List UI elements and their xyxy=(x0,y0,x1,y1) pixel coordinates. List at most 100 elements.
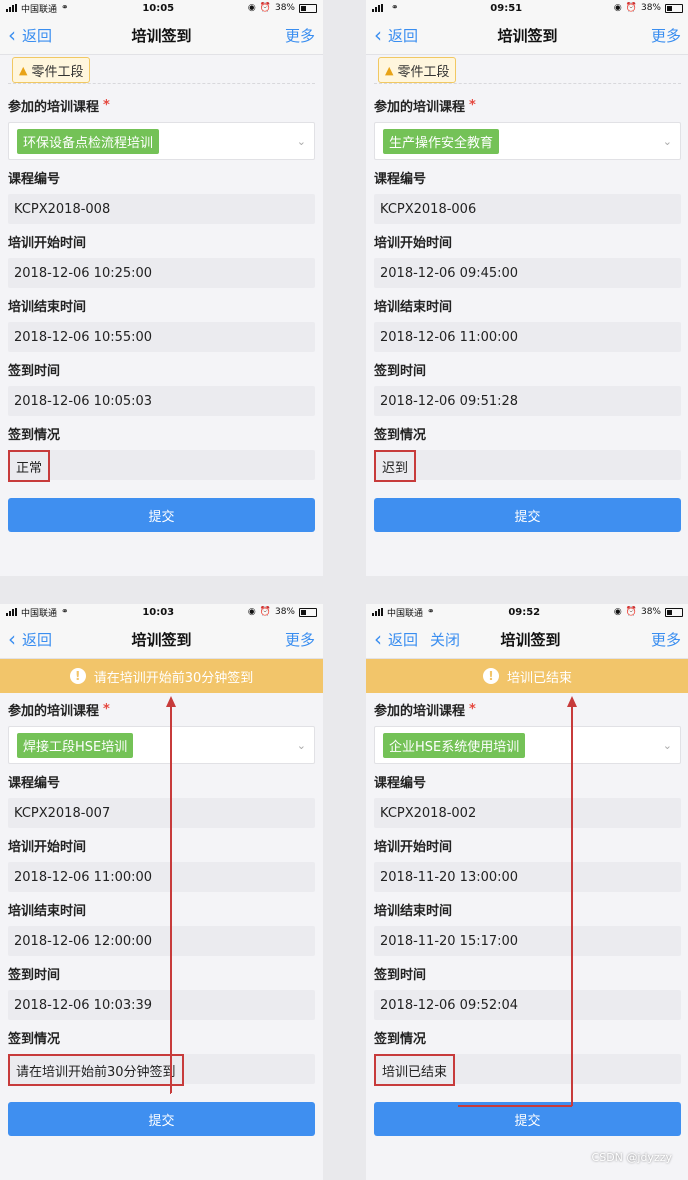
alert-text: 培训已结束 xyxy=(506,670,572,686)
header-area: ▲零件工段 !培训已结束 xyxy=(366,659,688,693)
signin-label: 签到时间 xyxy=(8,967,61,983)
signin-label: 签到时间 xyxy=(8,363,61,379)
submit-button[interactable]: 提交 xyxy=(8,1102,315,1136)
org-tag: ▲零件工段 xyxy=(378,57,457,83)
chevron-down-icon: ⌄ xyxy=(296,134,306,148)
end-label: 培训结束时间 xyxy=(374,299,453,315)
page-title: 培训签到 xyxy=(131,26,192,45)
battery-icon xyxy=(664,3,683,13)
code-field: KCPX2018-007 xyxy=(8,798,315,828)
close-button[interactable]: 关闭 xyxy=(430,629,460,650)
back-button[interactable]: 返回 xyxy=(388,25,418,46)
signal-icon xyxy=(6,608,17,616)
back-button[interactable]: 返回 xyxy=(22,629,52,650)
nav-bar: ‹ 返回 培训签到 更多 xyxy=(0,620,323,659)
org-tag-label: 零件工段 xyxy=(31,64,84,80)
chevron-left-icon[interactable]: ‹ xyxy=(8,629,16,649)
status-bar: 中国联通 ⚭ 10:05 ◉ ⏰ 38% xyxy=(0,0,323,16)
back-button[interactable]: 返回 xyxy=(22,25,52,46)
carrier: 中国联通 xyxy=(21,608,58,619)
signin-label: 签到时间 xyxy=(374,967,427,983)
lock-icon: ◉ xyxy=(613,607,622,617)
required-mark: * xyxy=(103,97,110,113)
status-label: 签到情况 xyxy=(8,1031,61,1047)
signin-status-field: 请在培训开始前30分钟签到 xyxy=(8,1054,315,1086)
course-select[interactable]: 焊接工段HSE培训 ⌄ xyxy=(8,726,315,764)
code-label: 课程编号 xyxy=(8,171,61,187)
chevron-left-icon[interactable]: ‹ xyxy=(374,629,382,649)
code-label: 课程编号 xyxy=(374,171,427,187)
start-time-field: 2018-12-06 11:00:00 xyxy=(8,862,315,892)
alarm-icon: ⏰ xyxy=(259,3,271,13)
course-label: 参加的培训课程 xyxy=(374,703,466,719)
required-mark: * xyxy=(469,97,476,113)
header-area: ▲ 零件工段 xyxy=(0,55,323,88)
alert-text: 请在培训开始前30分钟签到 xyxy=(93,670,254,686)
warning-icon: ! xyxy=(482,668,499,684)
course-select[interactable]: 企业HSE系统使用培训 ⌄ xyxy=(374,726,681,764)
signin-form: 参加的培训课程 * 环保设备点检流程培训 ⌄ 课程编号 KCPX2018-008 … xyxy=(0,88,323,482)
chevron-left-icon[interactable]: ‹ xyxy=(8,25,16,45)
end-label: 培训结束时间 xyxy=(8,903,87,919)
submit-button[interactable]: 提交 xyxy=(374,498,681,532)
battery-level: 38% xyxy=(274,607,295,617)
course-select[interactable]: 生产操作安全教育 ⌄ xyxy=(374,122,681,160)
course-tag: 焊接工段HSE培训 xyxy=(17,732,134,758)
course-label: 参加的培训课程 xyxy=(8,99,100,115)
nav-bar: ‹ 返回 培训签到 更多 xyxy=(366,16,688,55)
signin-status-value: 请在培训开始前30分钟签到 xyxy=(8,1054,184,1086)
signal-icon xyxy=(372,608,383,616)
end-time-field: 2018-12-06 12:00:00 xyxy=(8,926,315,956)
warning-icon: ! xyxy=(69,668,86,684)
signal-icon xyxy=(372,4,383,12)
course-tag: 环保设备点检流程培训 xyxy=(17,128,160,154)
org-chart-icon: ▲ xyxy=(385,63,394,77)
chevron-left-icon[interactable]: ‹ xyxy=(374,25,382,45)
nav-bar: ‹ 返回 培训签到 更多 xyxy=(0,16,323,55)
signin-status-field: 迟到 xyxy=(374,450,681,482)
more-button[interactable]: 更多 xyxy=(601,25,681,46)
signin-time-field: 2018-12-06 09:51:28 xyxy=(374,386,681,416)
lock-icon: ◉ xyxy=(613,3,622,13)
wifi-icon: ⚭ xyxy=(61,3,69,13)
status-bar: ⚭ 09:51 ◉ ⏰ 38% xyxy=(366,0,688,16)
more-button[interactable]: 更多 xyxy=(601,629,681,650)
wifi-icon: ⚭ xyxy=(61,607,69,617)
battery-icon xyxy=(299,3,317,13)
course-label: 参加的培训课程 xyxy=(8,703,100,719)
course-select[interactable]: 环保设备点检流程培训 ⌄ xyxy=(8,122,315,160)
annotation-arrow-line xyxy=(571,704,573,1106)
status-label: 签到情况 xyxy=(374,1031,427,1047)
signin-status-value: 培训已结束 xyxy=(374,1054,456,1086)
code-field: KCPX2018-008 xyxy=(8,194,315,224)
submit-button[interactable]: 提交 xyxy=(8,498,315,532)
battery-level: 38% xyxy=(274,3,295,13)
more-button[interactable]: 更多 xyxy=(235,629,315,650)
chevron-down-icon: ⌄ xyxy=(662,738,672,752)
start-label: 培训开始时间 xyxy=(374,839,453,855)
signin-time-field: 2018-12-06 10:05:03 xyxy=(8,386,315,416)
start-label: 培训开始时间 xyxy=(8,839,87,855)
org-tag: ▲零件工段 xyxy=(12,57,91,83)
chevron-down-icon: ⌄ xyxy=(296,738,306,752)
back-button[interactable]: 返回 xyxy=(388,629,418,650)
code-field: KCPX2018-002 xyxy=(374,798,681,828)
start-time-field: 2018-12-06 10:25:00 xyxy=(8,258,315,288)
status-bar: 中国联通 ⚭ 10:03 ◉ ⏰ 38% xyxy=(0,604,323,620)
lock-icon: ◉ xyxy=(247,3,256,13)
course-tag: 企业HSE系统使用培训 xyxy=(383,732,526,758)
phone-screen-3: 中国联通 ⚭ 10:03 ◉⏰ 38% ‹ 返回 培训签到 更多 ▲零件工段 !… xyxy=(0,604,323,1180)
phone-screen-2: ⚭ 09:51 ◉ ⏰ 38% ‹ 返回 培训签到 更多 ▲ 零件工段 参加的培训课… xyxy=(366,0,688,576)
more-button[interactable]: 更多 xyxy=(235,25,315,46)
end-time-field: 2018-12-06 10:55:00 xyxy=(8,322,315,352)
status-bar: 中国联通 ⚭ 09:52 ◉ ⏰ 38% xyxy=(366,604,688,620)
battery-icon xyxy=(665,607,683,617)
wifi-icon: ⚭ xyxy=(391,3,399,13)
signin-time-field: 2018-12-06 09:52:04 xyxy=(374,990,681,1020)
signin-form: 参加的培训课程 * 生产操作安全教育 ⌄ 课程编号 KCPX2018-006 培训… xyxy=(366,88,688,482)
watermark: CSDN @jdyzzy xyxy=(591,1151,672,1164)
submit-button[interactable]: 提交 xyxy=(374,1102,681,1136)
org-chart-icon: ▲ xyxy=(19,63,28,77)
alarm-icon: ⏰ xyxy=(625,607,637,617)
page-title: 培训签到 xyxy=(500,630,561,649)
